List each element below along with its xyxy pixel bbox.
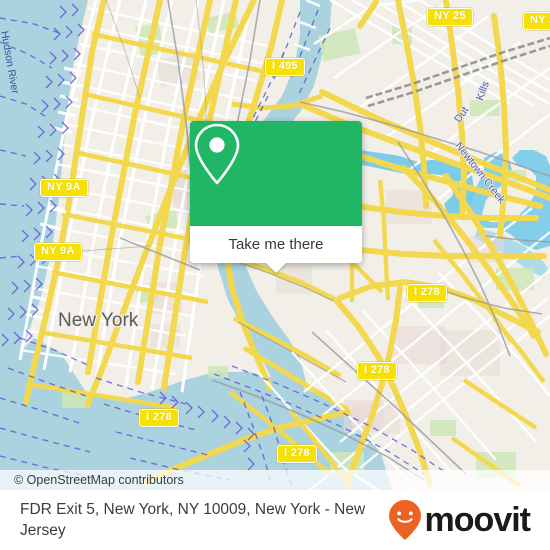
highway-shield-i-495[interactable]: I 495 [265,58,305,76]
highway-shield-ny-9a-north[interactable]: NY 9A [40,179,88,197]
highway-shield-i-278-ne[interactable]: I 278 [407,284,447,302]
highway-shield-ny-2[interactable]: NY 2 [523,12,550,30]
popup-pointer [265,262,287,273]
moovit-wordmark: moovit [424,501,531,539]
address-text: FDR Exit 5, New York, NY 10009, New York… [20,501,366,539]
moovit-smiley-pin-icon [388,500,421,540]
highway-shield-i-278-south[interactable]: I 278 [277,445,317,463]
map-attribution[interactable]: © OpenStreetMap contributors [0,470,550,490]
map-pin-icon [194,123,240,185]
popup-action-area[interactable]: Take me there [190,226,362,273]
take-me-there-label: Take me there [228,236,324,253]
highway-shield-i-278-west[interactable]: I 278 [139,409,179,427]
popup-pin-area [190,121,362,226]
moovit-logo[interactable]: moovit [387,498,536,542]
footer-bar: FDR Exit 5, New York, NY 10009, New York… [0,490,550,550]
location-popup-card[interactable]: Take me there [190,121,362,273]
map-screenshot: New York Hudson River Kills Dut Newtown … [0,0,550,550]
highway-shield-ny-25[interactable]: NY 25 [427,8,473,26]
map-canvas[interactable]: New York Hudson River Kills Dut Newtown … [0,0,550,490]
highway-shield-i-278-east[interactable]: I 278 [357,362,397,380]
place-label-new-york: New York [58,310,139,331]
highway-shield-ny-9a-south[interactable]: NY 9A [34,243,82,261]
